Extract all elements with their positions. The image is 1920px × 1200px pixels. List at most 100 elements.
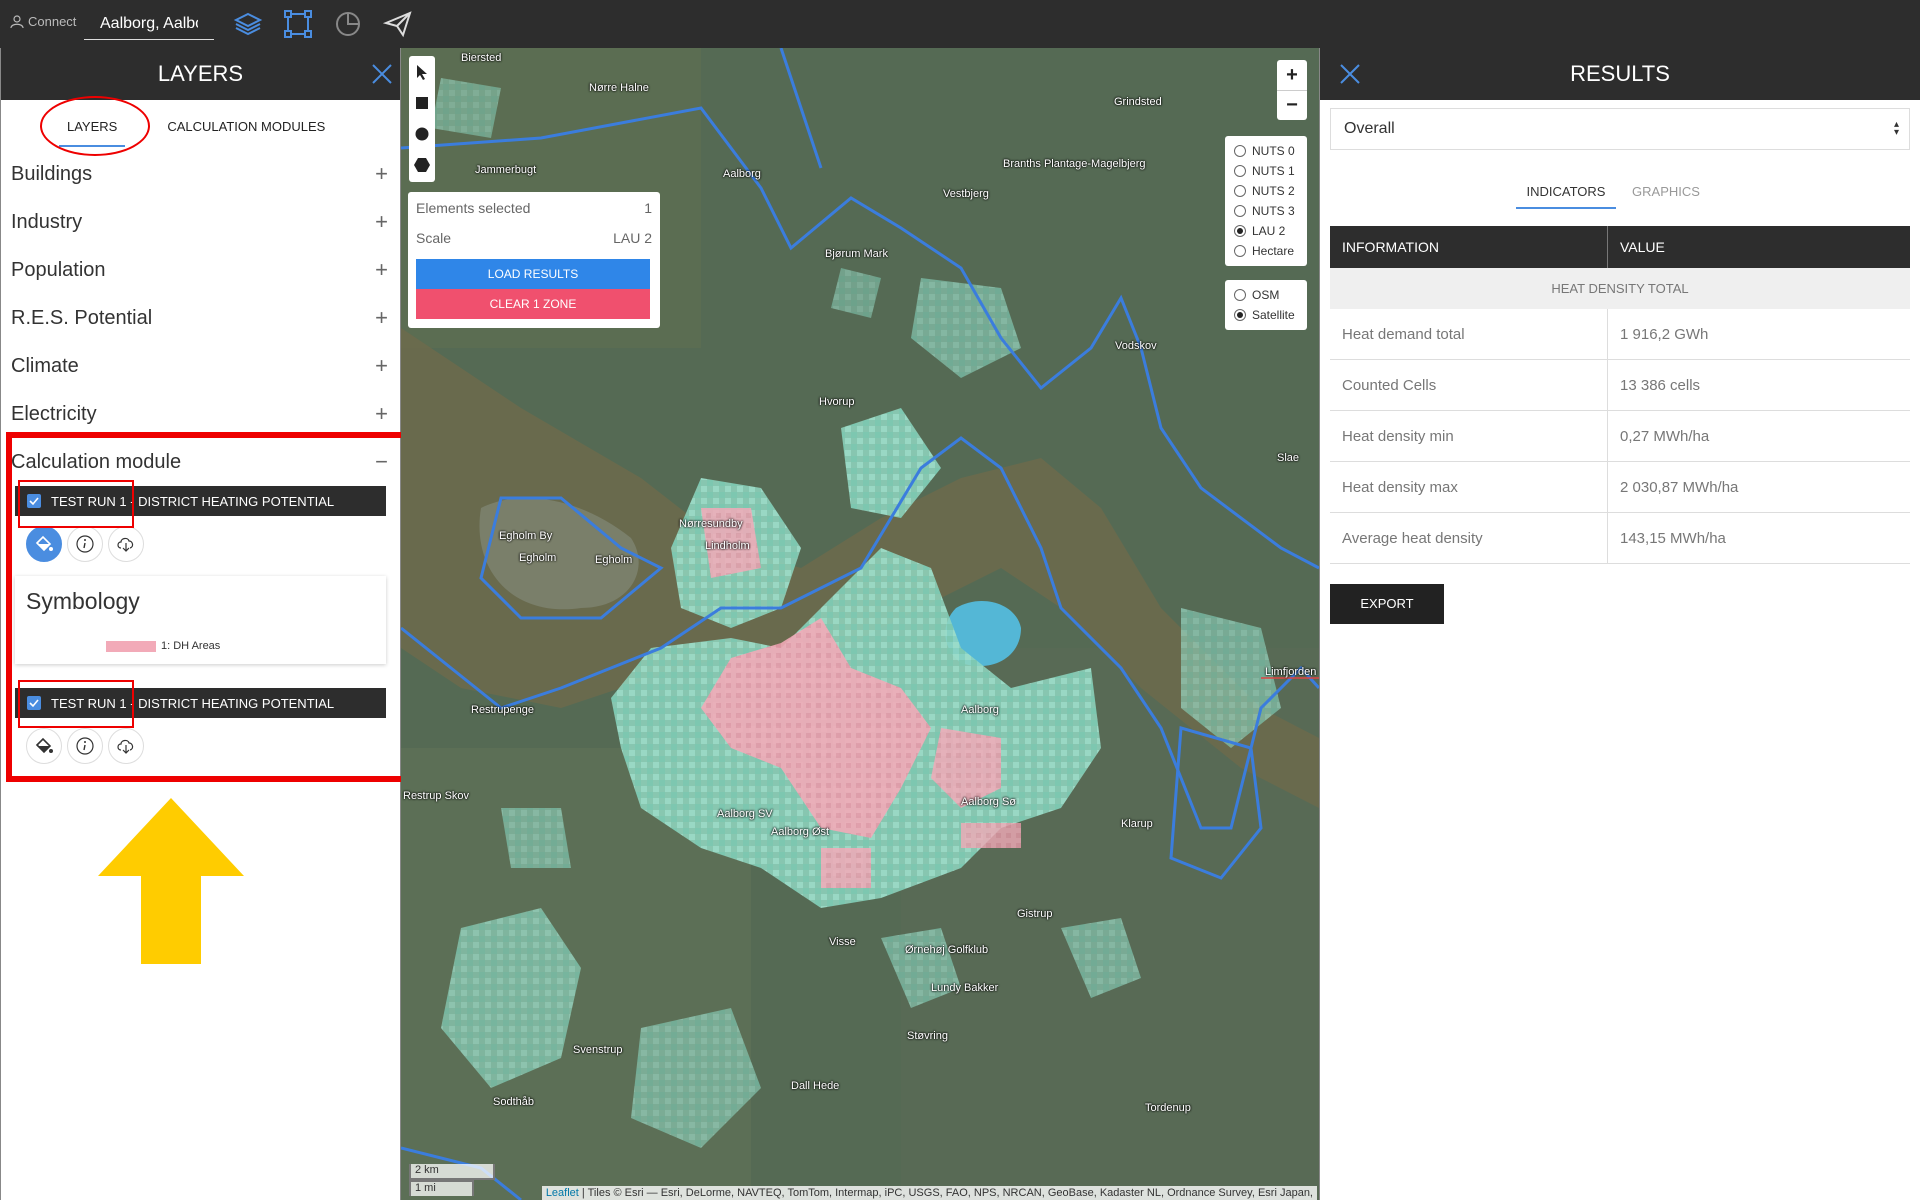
map-place-label: Nørre Halne [589, 82, 649, 94]
layers-toggle-button[interactable] [230, 6, 266, 42]
top-bar: Connect [0, 0, 1920, 48]
expand-icon: + [375, 161, 388, 186]
connect-button[interactable]: Connect [10, 14, 76, 29]
map-place-label: Restrup Skov [403, 790, 470, 802]
map-place-label: Vestbjerg [943, 188, 989, 200]
results-toggle-button[interactable] [330, 6, 366, 42]
map-place-label: Grindsted [1114, 96, 1162, 108]
category-population[interactable]: Population + [1, 246, 400, 294]
info-cell: Heat demand total [1330, 309, 1608, 359]
scale-mi: 1 mi [409, 1180, 474, 1196]
leaflet-link[interactable]: Leaflet [546, 1187, 579, 1199]
option-label: Satellite [1252, 308, 1295, 322]
map-place-label: Gistrup [1017, 908, 1053, 920]
zoom-control: + − [1277, 60, 1307, 120]
radio-button[interactable] [1234, 165, 1246, 177]
export-button[interactable]: EXPORT [1330, 584, 1444, 624]
zoom-in-button[interactable]: + [1277, 60, 1307, 90]
map-scale-bar: 2 km 1 mi [409, 1164, 495, 1196]
elements-selected-label: Elements selected [416, 200, 531, 216]
value-cell: 0,27 MWh/ha [1620, 428, 1710, 445]
nuts-3-option[interactable]: NUTS 3 [1234, 201, 1298, 221]
lau-2-option[interactable]: LAU 2 [1234, 221, 1298, 241]
selection-area-button[interactable] [280, 6, 316, 42]
radio-button[interactable] [1234, 245, 1246, 257]
map-place-label: Bjørum Mark [825, 248, 888, 260]
clear-zone-button[interactable]: CLEAR 1 ZONE [416, 289, 650, 319]
table-row: Average heat density 143,15 MWh/ha [1330, 513, 1910, 564]
nuts-1-option[interactable]: NUTS 1 [1234, 161, 1298, 181]
map-place-label: Lundy Bakker [931, 982, 999, 994]
map-view[interactable]: Biersted Nørre Halne Jammerbugt Aalborg … [401, 48, 1319, 1200]
tab-indicators[interactable]: INDICATORS [1516, 184, 1616, 209]
expand-icon: + [375, 257, 388, 282]
map-attribution: Leaflet | Tiles © Esri — Esri, DeLorme, … [541, 1186, 1317, 1200]
table-row: Heat density min 0,27 MWh/ha [1330, 411, 1910, 462]
rectangle-tool-button[interactable] [409, 87, 435, 118]
load-results-button[interactable]: LOAD RESULTS [416, 259, 650, 289]
scale-label: Scale [416, 230, 452, 246]
draw-toolbar [409, 56, 435, 182]
tab-calculation-modules[interactable]: CALCULATION MODULES [167, 100, 325, 150]
map-place-label: Aalborg Øst [771, 826, 830, 838]
send-feedback-button[interactable] [380, 6, 416, 42]
expand-icon: + [375, 305, 388, 330]
radio-button[interactable] [1234, 205, 1246, 217]
category-electricity[interactable]: Electricity + [1, 390, 400, 438]
category-climate[interactable]: Climate + [1, 342, 400, 390]
scale-km: 2 km [409, 1164, 495, 1180]
map-place-label: Egholm [595, 554, 633, 566]
radio-button[interactable] [1234, 289, 1246, 301]
category-buildings[interactable]: Buildings + [1, 150, 400, 198]
map-place-label: Egholm [519, 552, 557, 564]
option-label: OSM [1252, 288, 1280, 302]
radio-button[interactable] [1234, 145, 1246, 157]
radio-button[interactable] [1234, 185, 1246, 197]
option-label: Hectare [1252, 244, 1295, 258]
map-place-label: Dall Hede [791, 1080, 840, 1092]
info-cell: Counted Cells [1330, 360, 1608, 410]
basemap-selector: OSM Satellite [1225, 280, 1307, 330]
select-tool-button[interactable] [409, 56, 435, 87]
nuts-0-option[interactable]: NUTS 0 [1234, 141, 1298, 161]
user-icon [10, 14, 24, 28]
polygon-tool-button[interactable] [409, 149, 435, 180]
table-row: Heat demand total 1 916,2 GWh [1330, 309, 1910, 360]
option-label: NUTS 3 [1252, 204, 1295, 218]
results-panel-title: RESULTS [1570, 61, 1670, 86]
square-icon [416, 96, 428, 109]
map-place-label: Svenstrup [573, 1044, 623, 1056]
option-label: LAU 2 [1252, 224, 1286, 238]
hectare-option[interactable]: Hectare [1234, 241, 1298, 261]
option-label: NUTS 1 [1252, 164, 1295, 178]
info-cell: Average heat density [1330, 513, 1608, 563]
attribution-text: | Tiles © Esri — Esri, DeLorme, NAVTEQ, … [581, 1187, 1313, 1199]
category-res-potential[interactable]: R.E.S. Potential + [1, 294, 400, 342]
category-label: Buildings [11, 162, 93, 185]
category-label: Industry [11, 210, 83, 233]
zoom-out-button[interactable]: − [1277, 90, 1307, 120]
up-arrow-annotation [98, 798, 244, 964]
category-label: Electricity [11, 402, 97, 425]
close-icon[interactable] [370, 62, 394, 86]
close-icon[interactable] [1338, 62, 1362, 86]
radio-button-selected[interactable] [1234, 309, 1246, 321]
table-section-header: HEAT DENSITY TOTAL [1330, 268, 1910, 309]
expand-icon: + [375, 209, 388, 234]
scale-row: Scale LAU 2 [416, 228, 652, 258]
map-place-label: Vodskov [1115, 340, 1157, 352]
nuts-2-option[interactable]: NUTS 2 [1234, 181, 1298, 201]
radio-button-selected[interactable] [1234, 225, 1246, 237]
map-place-label: Hvorup [819, 396, 855, 408]
category-industry[interactable]: Industry + [1, 198, 400, 246]
satellite-option[interactable]: Satellite [1234, 305, 1298, 325]
location-search-input[interactable] [84, 8, 214, 40]
circle-tool-button[interactable] [409, 118, 435, 149]
highlight-ellipse [40, 96, 150, 156]
osm-option[interactable]: OSM [1234, 285, 1298, 305]
map-place-label: Biersted [461, 52, 502, 64]
map-place-label: Visse [829, 936, 856, 948]
map-place-label: Jammerbugt [475, 164, 537, 176]
tab-graphics[interactable]: GRAPHICS [1616, 184, 1716, 209]
results-scope-select[interactable]: Overall ▴ ▾ [1330, 108, 1910, 150]
